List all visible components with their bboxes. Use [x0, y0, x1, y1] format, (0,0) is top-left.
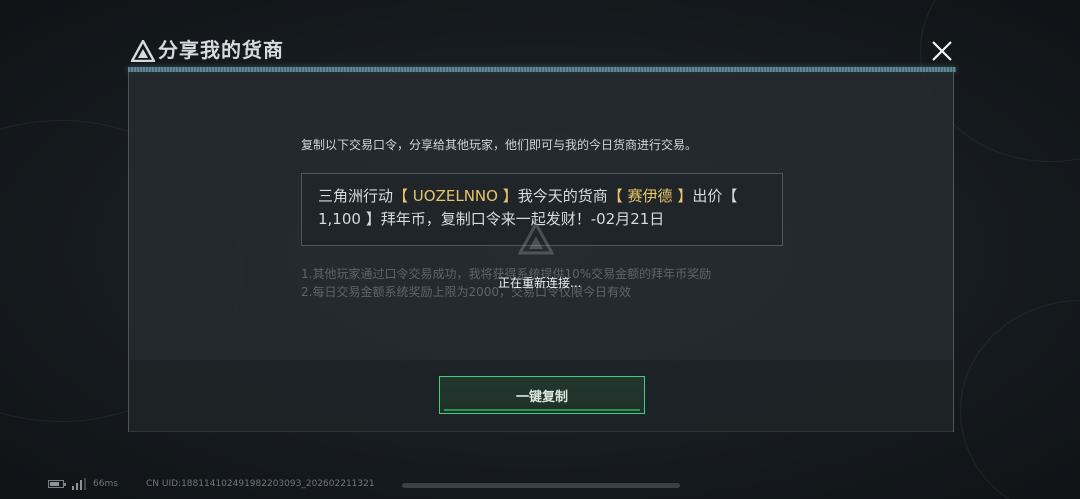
game-screen: 分享我的货商 复制以下交易口令，分享给其他玩家，他们即可与我的今日货商进行交易。… [0, 0, 1080, 499]
ping-value: 66ms [93, 479, 118, 489]
delta-logo-icon [131, 40, 155, 62]
instruction-text: 复制以下交易口令，分享给其他玩家，他们即可与我的今日货商进行交易。 [301, 138, 698, 152]
loading-logo-icon [518, 221, 554, 255]
copy-button[interactable]: 一键复制 [439, 376, 645, 414]
home-indicator [402, 483, 680, 488]
trader-bracket-close: 】 [672, 187, 693, 205]
signal-icon [72, 478, 86, 490]
trade-code: UOZELNNO [412, 187, 498, 205]
close-icon[interactable] [928, 37, 956, 65]
uid-text: CN UID:18811410249198220309З_20260221132… [146, 479, 375, 489]
dialog-title: 分享我的货商 [158, 38, 284, 62]
trader-name: 赛伊德 [627, 187, 673, 205]
map-contour [960, 300, 1080, 499]
battery-icon [48, 480, 66, 488]
reconnecting-status: 正在重新连接... [498, 276, 582, 290]
code-bracket-open: 【 [393, 187, 413, 205]
code-prefix: 三角洲行动 [318, 187, 394, 205]
share-dialog: 复制以下交易口令，分享给其他玩家，他们即可与我的今日货商进行交易。 三角洲行动【… [128, 72, 954, 432]
code-middle: 我今天的货商 [517, 187, 608, 205]
trader-bracket-open: 【 [607, 187, 628, 205]
code-bracket-close: 】 [497, 187, 518, 205]
dialog-header: 分享我的货商 [128, 34, 956, 68]
